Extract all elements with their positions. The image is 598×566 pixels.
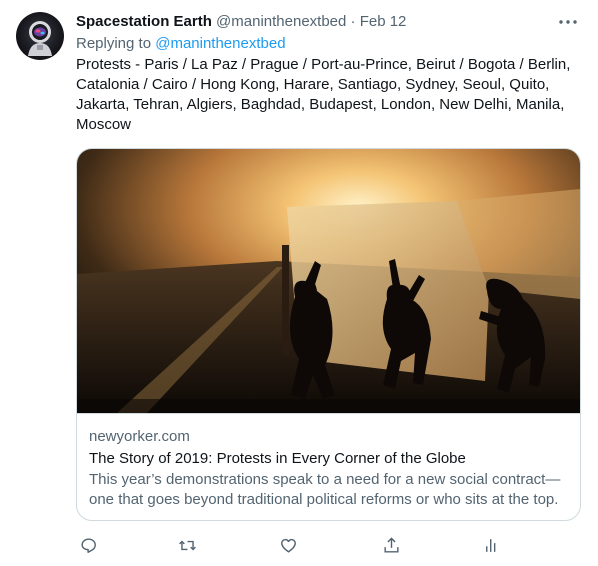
tweet-date[interactable]: Feb 12 (360, 13, 407, 30)
retweet-icon (178, 540, 196, 550)
analytics-button[interactable] (479, 533, 503, 557)
more-options-button[interactable] (556, 10, 580, 34)
card-image (77, 149, 580, 414)
retweet-button[interactable] (175, 533, 199, 557)
tweet-text: Protests - Paris / La Paz / Prague / Por… (76, 56, 571, 133)
share-icon (383, 536, 399, 553)
replying-to-label: Replying to (76, 35, 152, 52)
author-name[interactable]: Spacestation Earth (76, 13, 212, 30)
like-button[interactable] (276, 533, 300, 557)
reply-button[interactable] (76, 533, 100, 557)
card-domain: newyorker.com (89, 428, 190, 445)
avatar[interactable] (16, 12, 64, 60)
replying-to-mention[interactable]: @maninthenextbed (155, 35, 285, 52)
separator-dot: · (350, 13, 356, 30)
more-horizontal-icon (559, 20, 577, 24)
share-button[interactable] (379, 533, 403, 557)
analytics-icon (485, 538, 495, 552)
author-handle[interactable]: @maninthenextbed (216, 13, 346, 30)
link-card[interactable]: newyorker.com The Story of 2019: Protest… (76, 148, 581, 521)
card-description: This year’s demonstrations speak to a ne… (89, 471, 561, 508)
card-title: The Story of 2019: Protests in Every Cor… (89, 450, 466, 467)
heart-icon (280, 538, 296, 553)
tweet-header: Spacestation Earth @maninthenextbed · Fe… (76, 12, 582, 32)
tweet-actions (76, 533, 506, 557)
replying-to: Replying to @maninthenextbed (76, 34, 286, 54)
astronaut-avatar-icon (28, 21, 52, 56)
reply-icon (80, 537, 96, 553)
